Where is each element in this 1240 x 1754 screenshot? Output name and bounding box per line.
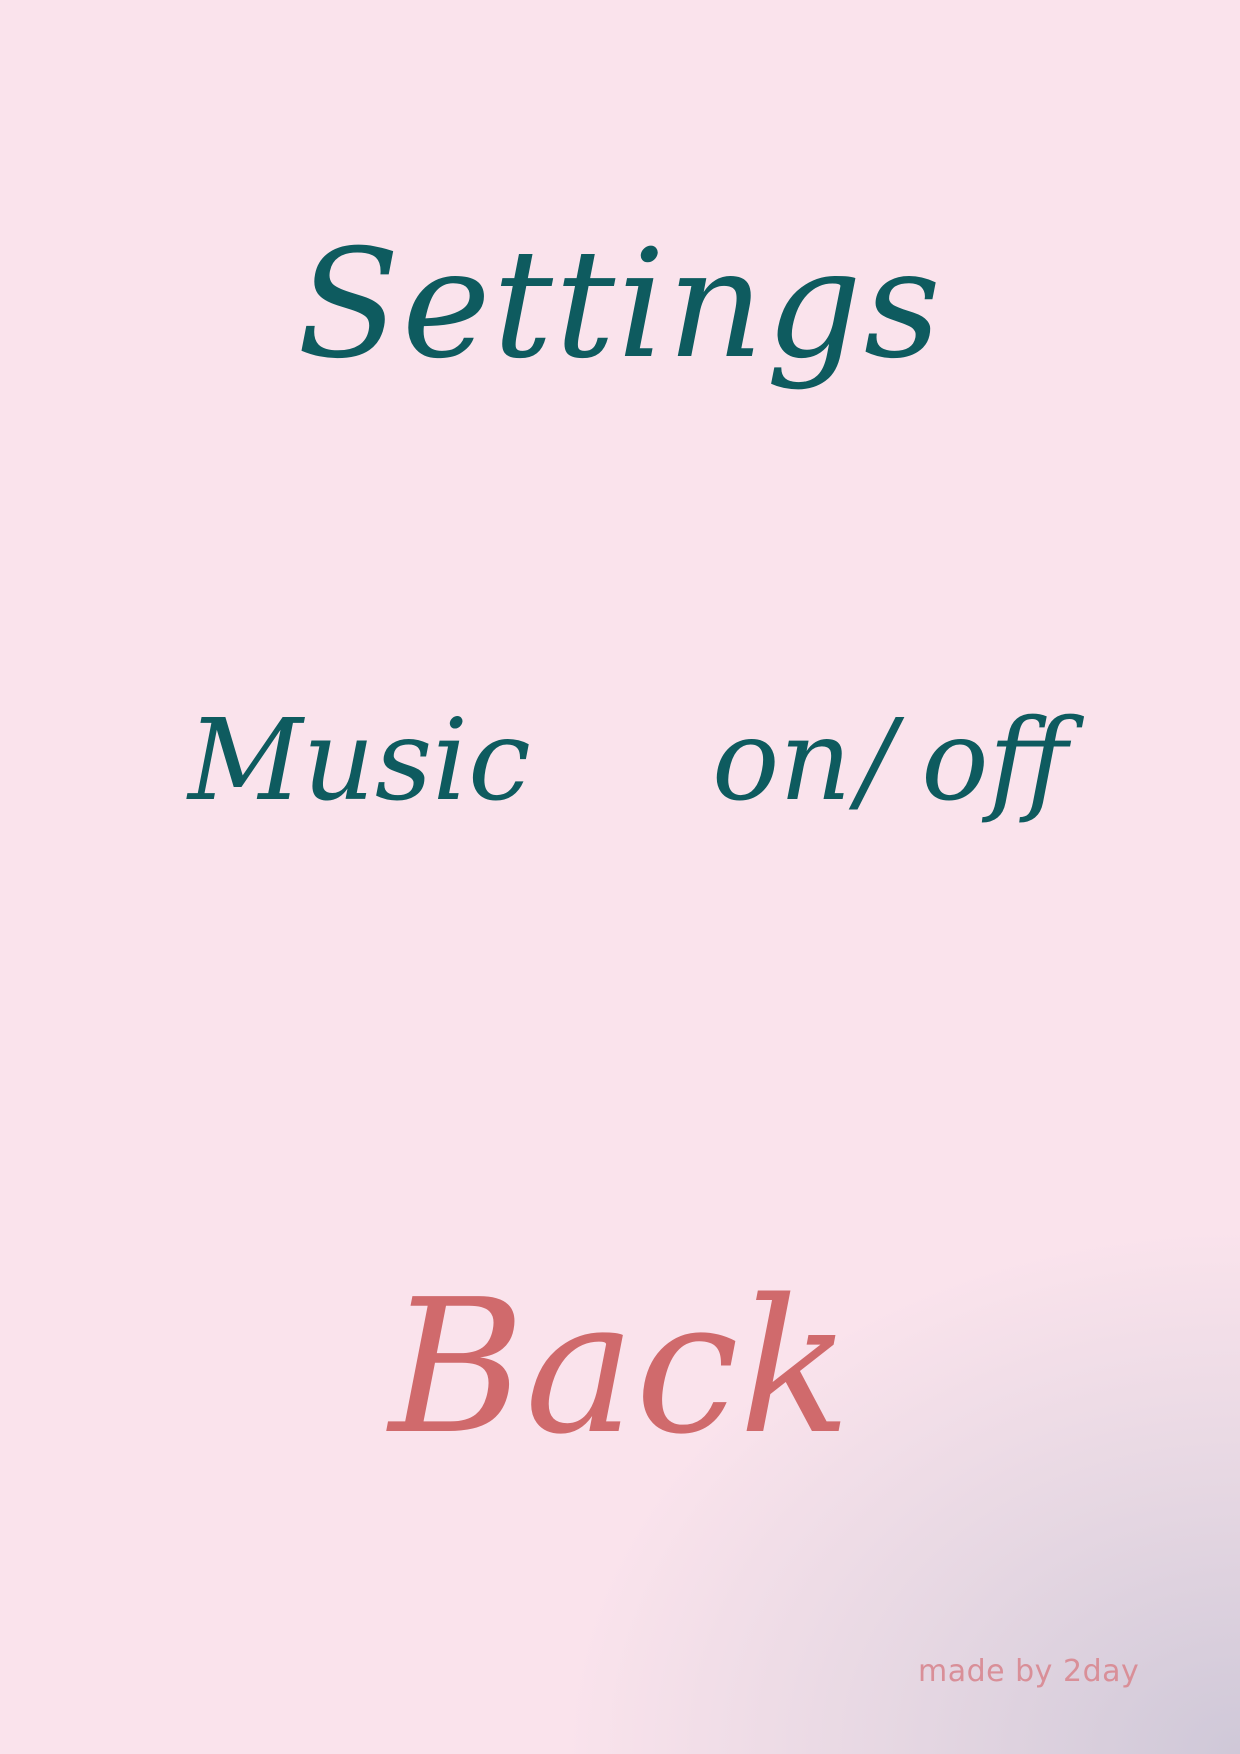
music-on-option[interactable]: on bbox=[712, 705, 852, 817]
music-toggle: on / off bbox=[712, 705, 1068, 817]
music-off-option[interactable]: off bbox=[921, 705, 1068, 817]
back-button[interactable]: Back bbox=[0, 1275, 1240, 1460]
credit-text: made by 2day bbox=[918, 1654, 1140, 1689]
page-title: Settings bbox=[297, 218, 943, 392]
music-toggle-separator: / bbox=[857, 696, 896, 826]
music-label: Music bbox=[188, 696, 531, 826]
